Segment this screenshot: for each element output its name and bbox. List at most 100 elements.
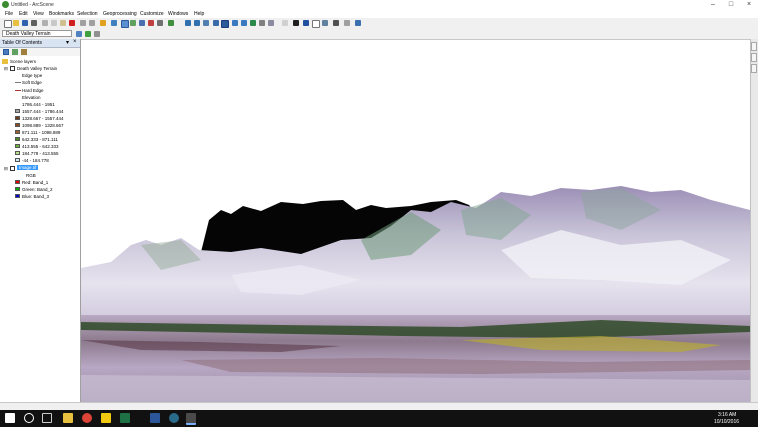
scene-layers-label: Scene layers (10, 59, 37, 64)
model-builder-icon[interactable] (168, 20, 174, 26)
scene-layout-icon[interactable] (333, 20, 339, 26)
close-button[interactable]: × (740, 0, 758, 10)
blue-band-label: Blue: Band_3 (22, 194, 50, 199)
toc-close-icon[interactable]: × (73, 39, 77, 45)
catalog-dock-tab[interactable] (751, 42, 757, 51)
arcscene-app-icon (2, 1, 9, 8)
notes-icon[interactable] (101, 413, 111, 423)
clock-date[interactable]: 10/10/2016 (714, 419, 739, 425)
image-layer-name[interactable]: Image.tif (17, 165, 39, 170)
elevation-class-swatch (15, 109, 20, 113)
menu-bookmarks[interactable]: Bookmarks (49, 11, 74, 17)
collapse-toggle-icon[interactable]: ⊟ (4, 166, 8, 172)
elevation-class-swatch (15, 151, 20, 155)
cut-icon[interactable] (42, 20, 48, 26)
results-dock-tab[interactable] (751, 64, 757, 73)
collapse-toggle-icon[interactable]: ⊟ (4, 66, 8, 72)
file-explorer-icon[interactable] (63, 413, 73, 423)
copy-icon[interactable] (51, 20, 57, 26)
red-band-swatch (15, 180, 20, 184)
paste-icon[interactable] (60, 20, 66, 26)
menu-selection[interactable]: Selection (77, 11, 98, 17)
save-icon[interactable] (22, 20, 28, 26)
catalog-window-icon[interactable] (130, 20, 136, 26)
elevation-class-label: 184.778 - 413.555 (22, 151, 59, 156)
right-dock-strip (750, 39, 758, 402)
menu-customize[interactable]: Customize (140, 11, 164, 17)
table-icon[interactable] (344, 20, 350, 26)
delete-icon[interactable] (69, 20, 75, 26)
task-view-icon[interactable] (42, 413, 52, 423)
toc-window-icon[interactable] (121, 20, 129, 28)
search-window-icon[interactable] (139, 20, 145, 26)
arcscene-taskbar-icon[interactable] (186, 413, 196, 425)
select-elements-icon[interactable] (293, 20, 299, 26)
menu-geoprocessing[interactable]: Geoprocessing (103, 11, 137, 17)
scene-layer-dropdown[interactable]: Death Valley Terrain (2, 30, 72, 37)
identify-icon[interactable] (303, 20, 309, 26)
scene-toolbar (0, 29, 758, 40)
open-folder-icon[interactable] (13, 20, 19, 26)
scene-view[interactable] (81, 40, 750, 402)
range-header: 1786.444 - 1951 (22, 102, 55, 107)
image-visibility-checkbox[interactable] (10, 166, 15, 171)
redo-icon[interactable] (89, 20, 95, 26)
maximize-button[interactable]: □ (722, 0, 740, 10)
terrain-visibility-checkbox[interactable] (10, 66, 15, 71)
full-extent-icon[interactable] (250, 20, 256, 26)
globe-icon[interactable] (85, 31, 91, 37)
excel-icon[interactable] (120, 413, 130, 423)
toolbar-options-icon[interactable] (94, 31, 100, 37)
animation-icon[interactable] (355, 20, 361, 26)
add-data-icon[interactable] (100, 20, 106, 26)
scene-properties-icon[interactable] (111, 20, 117, 26)
chrome-icon[interactable] (82, 413, 92, 423)
fly-icon[interactable] (194, 20, 200, 26)
arcmap-icon[interactable] (169, 413, 179, 423)
zoom-to-target-icon[interactable] (213, 20, 219, 26)
elevation-class-swatch (15, 144, 20, 148)
hard-edge-symbol (15, 90, 21, 91)
navigate-icon[interactable] (185, 20, 191, 26)
python-window-icon[interactable] (157, 20, 163, 26)
menu-help[interactable]: Help (194, 11, 204, 17)
zoom-out-icon[interactable] (241, 20, 247, 26)
target-icon[interactable] (203, 20, 209, 26)
toc-title: Table Of Contents (2, 40, 43, 46)
blue-band-swatch (15, 194, 20, 198)
pin-icon[interactable]: ▾ (66, 39, 69, 46)
rgb-label: RGB (26, 173, 36, 178)
arctoolbox-icon[interactable] (148, 20, 154, 26)
measure-icon[interactable] (322, 20, 328, 26)
zoom-in-icon[interactable] (232, 20, 238, 26)
pan-tool-icon[interactable] (221, 20, 229, 28)
select-features-icon[interactable] (282, 20, 288, 26)
green-band-label: Green: Band_2 (22, 187, 53, 192)
menu-view[interactable]: View (33, 11, 44, 17)
menu-edit[interactable]: Edit (19, 11, 28, 17)
print-icon[interactable] (31, 20, 37, 26)
green-band-swatch (15, 187, 20, 191)
html-popup-icon[interactable] (312, 20, 320, 28)
clock-time[interactable]: 3:16 AM (718, 412, 736, 418)
new-document-icon[interactable] (4, 20, 12, 28)
menu-windows[interactable]: Windows (168, 11, 188, 17)
minimize-button[interactable]: – (704, 0, 722, 10)
search-icon[interactable] (24, 413, 34, 423)
elevation-class-label: 642.333 - 871.111 (22, 137, 58, 142)
layer-target-icon[interactable] (76, 31, 82, 37)
red-band-label: Red: Band_1 (22, 180, 49, 185)
menu-file[interactable]: File (5, 11, 13, 17)
narrow-fov-icon[interactable] (259, 20, 265, 26)
undo-icon[interactable] (80, 20, 86, 26)
expand-fov-icon[interactable] (268, 20, 274, 26)
terrain-layer-name[interactable]: Death Valley Terrain (17, 66, 57, 71)
list-by-drawing-order-icon[interactable] (3, 49, 9, 55)
list-by-source-icon[interactable] (12, 49, 18, 55)
start-icon[interactable] (5, 413, 15, 423)
list-by-visibility-icon[interactable] (21, 49, 27, 55)
word-icon[interactable] (150, 413, 160, 423)
edge-type-label: Edge type (22, 73, 43, 78)
search-dock-tab[interactable] (751, 53, 757, 62)
elevation-class-swatch (15, 158, 20, 162)
